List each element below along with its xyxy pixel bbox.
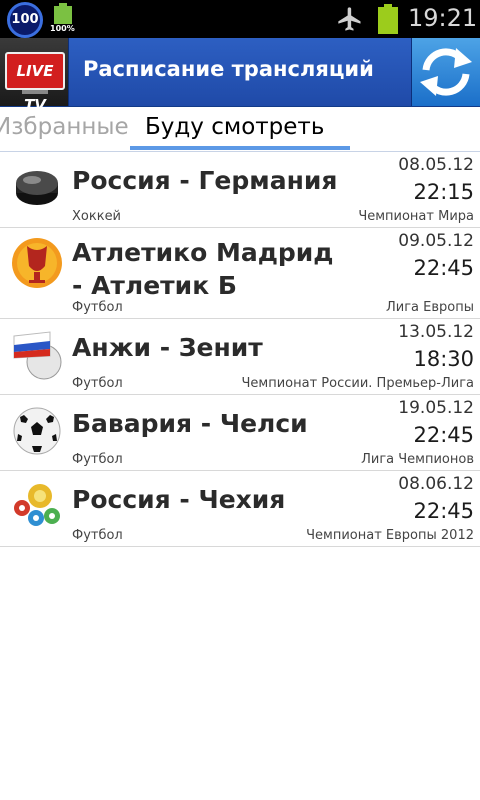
event-sport: Футбол bbox=[72, 300, 123, 315]
event-sport: Футбол bbox=[72, 528, 123, 543]
event-title: Анжи - Зенит bbox=[72, 333, 263, 362]
event-sport: Футбол bbox=[72, 376, 123, 391]
event-league: Лига Чемпионов bbox=[361, 452, 474, 467]
status-bar: 100 100% 19:21 bbox=[0, 0, 480, 38]
notification-count-icon: 100 bbox=[7, 2, 43, 38]
status-clock: 19:21 bbox=[408, 4, 478, 32]
refresh-button[interactable] bbox=[411, 38, 480, 106]
list-item[interactable]: Атлетико Мадрид - Атлетик Б 09.05.12 22:… bbox=[0, 228, 480, 319]
broadcast-list: Россия - Германия 08.05.12 22:15 Хоккей … bbox=[0, 152, 480, 547]
event-title: Россия - Германия bbox=[72, 166, 338, 195]
tab-bar: Избранные Буду смотреть bbox=[0, 106, 480, 152]
event-time: 22:45 bbox=[413, 499, 474, 523]
event-time: 18:30 bbox=[413, 347, 474, 371]
champions-league-ball-icon bbox=[13, 407, 61, 455]
europa-league-icon bbox=[12, 238, 62, 288]
battery-widget-icon: 100% bbox=[50, 3, 75, 35]
battery-widget-label: 100% bbox=[50, 24, 75, 33]
list-item[interactable]: Россия - Чехия 08.06.12 22:45 Футбол Чем… bbox=[0, 471, 480, 547]
battery-icon bbox=[378, 4, 398, 34]
tab-favorites[interactable]: Избранные bbox=[0, 114, 129, 140]
live-tv-logo[interactable]: LIVE TV bbox=[0, 38, 69, 114]
event-title: Бавария - Челси bbox=[72, 409, 308, 438]
event-league: Чемпионат России. Премьер-Лига bbox=[241, 376, 475, 391]
list-item[interactable]: Бавария - Челси 19.05.12 22:45 Футбол Ли… bbox=[0, 395, 480, 471]
event-date: 08.06.12 bbox=[398, 474, 474, 494]
page-title: Расписание трансляций bbox=[83, 57, 374, 81]
list-item[interactable]: Анжи - Зенит 13.05.12 18:30 Футбол Чемпи… bbox=[0, 319, 480, 395]
event-date: 13.05.12 bbox=[398, 322, 474, 342]
event-date: 19.05.12 bbox=[398, 398, 474, 418]
event-time: 22:45 bbox=[413, 256, 474, 280]
refresh-icon bbox=[420, 48, 472, 96]
event-time: 22:45 bbox=[413, 423, 474, 447]
event-sport: Футбол bbox=[72, 452, 123, 467]
euro-2012-icon bbox=[14, 484, 60, 526]
event-league: Чемпионат Мира bbox=[358, 209, 474, 224]
event-date: 09.05.12 bbox=[398, 231, 474, 251]
active-tab-indicator bbox=[130, 146, 350, 150]
event-sport: Хоккей bbox=[72, 209, 122, 224]
hockey-puck-icon bbox=[16, 171, 58, 205]
list-item[interactable]: Россия - Германия 08.05.12 22:15 Хоккей … bbox=[0, 152, 480, 228]
tab-will-watch[interactable]: Буду смотреть bbox=[145, 114, 324, 140]
action-bar: LIVE TV Расписание трансляций bbox=[0, 38, 480, 114]
live-tv-logo-text: LIVE TV bbox=[5, 52, 65, 114]
event-league: Лига Европы bbox=[386, 300, 474, 315]
event-title: Атлетико Мадрид - Атлетик Б bbox=[72, 238, 334, 300]
russian-flag-ball-icon bbox=[13, 331, 62, 380]
event-title: Россия - Чехия bbox=[72, 485, 286, 514]
event-date: 08.05.12 bbox=[398, 155, 474, 175]
airplane-mode-icon bbox=[338, 7, 361, 31]
event-league: Чемпионат Европы 2012 bbox=[306, 528, 474, 543]
event-time: 22:15 bbox=[413, 180, 474, 204]
